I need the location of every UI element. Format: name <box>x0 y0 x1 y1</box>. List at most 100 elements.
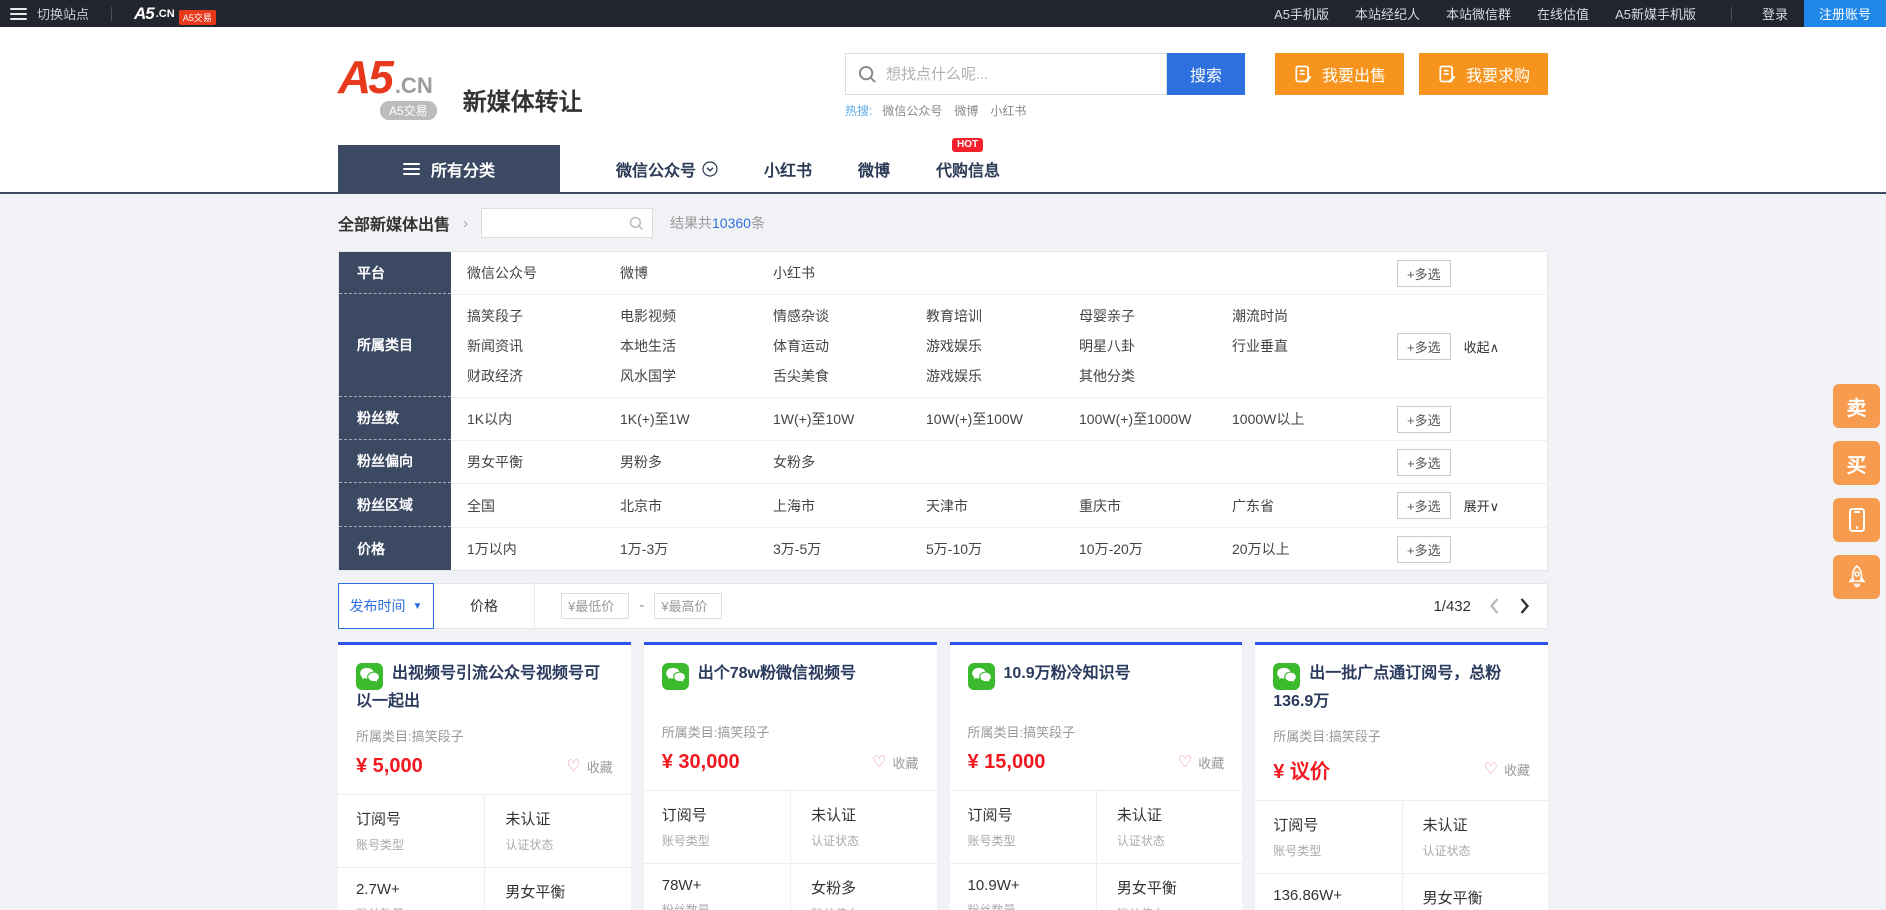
switch-site-link[interactable]: 切换站点 <box>37 4 89 23</box>
filter-option[interactable]: 1K以内 <box>467 404 620 434</box>
filter-option[interactable]: 1万-3万 <box>620 534 773 564</box>
filter-option[interactable]: 女粉多 <box>773 447 926 477</box>
login-link[interactable]: 登录 <box>1762 4 1788 23</box>
nav-item-xiaohongshu[interactable]: 小红书 <box>764 157 812 181</box>
filter-option[interactable]: 潮流时尚 <box>1232 301 1385 331</box>
expand-toggle[interactable]: 展开∨ <box>1464 496 1500 515</box>
filter-row-fans-count: 粉丝数 1K以内1K(+)至1W1W(+)至10W10W(+)至100W100W… <box>339 397 1547 440</box>
filter-option[interactable]: 广东省 <box>1232 491 1385 521</box>
listing-title[interactable]: 出个78w粉微信视频号 <box>662 662 919 710</box>
filter-option[interactable]: 男女平衡 <box>467 447 620 477</box>
filter-option[interactable]: 搞笑段子 <box>467 301 620 331</box>
logo-suffix: .CN <box>395 73 433 99</box>
register-button[interactable]: 注册账号 <box>1804 0 1886 27</box>
multi-select-button[interactable]: +多选 <box>1397 492 1451 519</box>
hot-search-link[interactable]: 微信公众号 <box>882 102 942 119</box>
sort-by-price-button[interactable]: 价格 <box>470 596 498 616</box>
listing-title[interactable]: 出一批广点通订阅号，总粉136.9万 <box>1273 662 1530 714</box>
filter-option[interactable]: 10W(+)至100W <box>926 404 1079 434</box>
filter-option[interactable]: 教育培训 <box>926 301 1079 331</box>
sort-by-time-button[interactable]: 发布时间▼ <box>338 583 434 629</box>
sell-button[interactable]: 我要出售 <box>1275 53 1404 95</box>
float-buy-button[interactable]: 买 <box>1833 441 1880 485</box>
filter-option[interactable]: 5万-10万 <box>926 534 1079 564</box>
filter-option[interactable]: 游戏娱乐 <box>926 361 1079 391</box>
hot-search-link[interactable]: 小红书 <box>990 102 1026 119</box>
nav-item-weibo[interactable]: 微博 <box>858 157 890 181</box>
filter-option[interactable]: 财政经济 <box>467 361 620 391</box>
filter-option[interactable]: 新闻资讯 <box>467 331 620 361</box>
listing-card[interactable]: 出视频号引流公众号视频号可以一起出 所属类目:搞笑段子 ¥ 5,000 ♡收藏 … <box>338 642 631 910</box>
search-button[interactable]: 搜索 <box>1167 53 1245 95</box>
filter-option[interactable]: 本地生活 <box>620 331 773 361</box>
filter-option[interactable]: 1W(+)至10W <box>773 404 926 434</box>
filter-label: 所属类目 <box>339 294 451 397</box>
min-price-input[interactable] <box>561 593 629 619</box>
topbar-link[interactable]: A5新媒手机版 <box>1615 4 1696 23</box>
filter-option[interactable]: 全国 <box>467 491 620 521</box>
multi-select-button[interactable]: +多选 <box>1397 260 1451 287</box>
filter-option[interactable]: 情感杂谈 <box>773 301 926 331</box>
listing-title[interactable]: 出视频号引流公众号视频号可以一起出 <box>356 662 613 714</box>
filter-option[interactable]: 风水国学 <box>620 361 773 391</box>
filter-option[interactable]: 上海市 <box>773 491 926 521</box>
filter-option[interactable]: 行业垂直 <box>1232 331 1385 361</box>
collapse-toggle[interactable]: 收起∧ <box>1464 337 1500 356</box>
filter-search-input[interactable] <box>490 216 629 231</box>
nav-item-daigou[interactable]: HOT 代购信息 <box>936 157 1000 181</box>
search-input[interactable] <box>886 66 1166 83</box>
max-price-input[interactable] <box>654 593 722 619</box>
listing-card[interactable]: 出个78w粉微信视频号 所属类目:搞笑段子 ¥ 30,000 ♡收藏 订阅号账号… <box>644 642 937 910</box>
favorite-button[interactable]: ♡收藏 <box>566 757 612 776</box>
filter-option[interactable]: 微信公众号 <box>467 258 620 288</box>
mobile-phone-button[interactable] <box>1833 498 1880 542</box>
multi-select-button[interactable]: +多选 <box>1397 333 1451 360</box>
all-categories-button[interactable]: 所有分类 <box>338 145 560 192</box>
filter-option[interactable]: 20万以上 <box>1232 534 1385 564</box>
listing-title[interactable]: 10.9万粉冷知识号 <box>968 662 1225 710</box>
topbar-link[interactable]: A5手机版 <box>1274 4 1329 23</box>
topbar-logo[interactable]: A5 .CN A5交易 <box>134 2 216 25</box>
filter-option[interactable]: 明星八卦 <box>1079 331 1232 361</box>
nav-item-wechat[interactable]: 微信公众号 <box>616 157 718 181</box>
multi-select-button[interactable]: +多选 <box>1397 536 1451 563</box>
multi-select-button[interactable]: +多选 <box>1397 406 1451 433</box>
filter-option[interactable]: 北京市 <box>620 491 773 521</box>
site-logo[interactable]: A5 .CN A5交易 <box>338 57 437 120</box>
favorite-button[interactable]: ♡收藏 <box>1484 760 1530 779</box>
next-page-button[interactable] <box>1518 597 1531 615</box>
filter-option[interactable]: 母婴亲子 <box>1079 301 1232 331</box>
topbar-link[interactable]: 在线估值 <box>1537 4 1589 23</box>
float-sell-button[interactable]: 卖 <box>1833 384 1880 428</box>
filter-option[interactable]: 100W(+)至1000W <box>1079 404 1232 434</box>
favorite-button[interactable]: ♡收藏 <box>1178 753 1224 772</box>
menu-icon[interactable] <box>10 8 27 20</box>
favorite-button[interactable]: ♡收藏 <box>872 753 918 772</box>
filter-option[interactable]: 天津市 <box>926 491 1079 521</box>
filter-option[interactable]: 1万以内 <box>467 534 620 564</box>
hot-search-label: 热搜: <box>845 102 872 119</box>
multi-select-button[interactable]: +多选 <box>1397 449 1451 476</box>
back-to-top-button[interactable] <box>1833 555 1880 599</box>
filter-option[interactable]: 3万-5万 <box>773 534 926 564</box>
prev-page-button[interactable] <box>1488 597 1501 615</box>
filter-option[interactable]: 游戏娱乐 <box>926 331 1079 361</box>
filter-option[interactable]: 重庆市 <box>1079 491 1232 521</box>
filter-option[interactable]: 1K(+)至1W <box>620 404 773 434</box>
filter-option[interactable]: 1000W以上 <box>1232 404 1385 434</box>
topbar-link[interactable]: 本站经纪人 <box>1355 4 1420 23</box>
filter-option[interactable]: 其他分类 <box>1079 361 1232 391</box>
filter-option[interactable]: 10万-20万 <box>1079 534 1232 564</box>
chevron-down-circle-icon <box>702 161 718 177</box>
buy-button[interactable]: 我要求购 <box>1419 53 1548 95</box>
filter-option[interactable]: 体育运动 <box>773 331 926 361</box>
filter-option[interactable]: 男粉多 <box>620 447 773 477</box>
filter-option[interactable]: 舌尖美食 <box>773 361 926 391</box>
topbar-link[interactable]: 本站微信群 <box>1446 4 1511 23</box>
filter-option[interactable]: 电影视频 <box>620 301 773 331</box>
filter-option[interactable]: 小红书 <box>773 258 926 288</box>
listing-card[interactable]: 出一批广点通订阅号，总粉136.9万 所属类目:搞笑段子 ¥ 议价 ♡收藏 订阅… <box>1255 642 1548 910</box>
hot-search-link[interactable]: 微博 <box>954 102 978 119</box>
listing-card[interactable]: 10.9万粉冷知识号 所属类目:搞笑段子 ¥ 15,000 ♡收藏 订阅号账号类… <box>950 642 1243 910</box>
filter-option[interactable]: 微博 <box>620 258 773 288</box>
